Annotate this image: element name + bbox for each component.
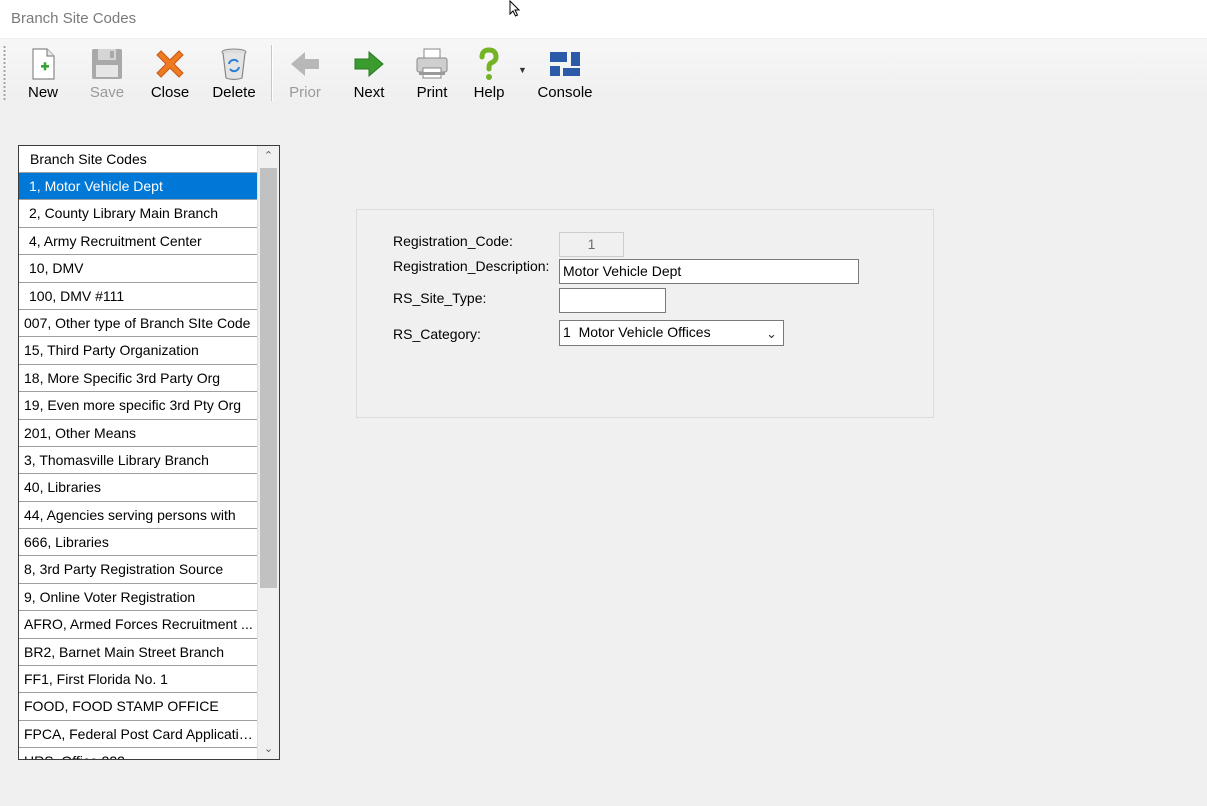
list-item[interactable]: 100, DMV #111: [19, 283, 257, 310]
mouse-cursor-icon: [509, 0, 521, 17]
left-arrow-icon: [291, 52, 319, 76]
registration-code-label: Registration_Code:: [393, 233, 513, 249]
save-label: Save: [89, 84, 125, 101]
rs-category-value: 1 Motor Vehicle Offices: [563, 324, 711, 340]
list-scrollbar[interactable]: ⌃ ⌄: [257, 146, 279, 759]
scroll-up-icon[interactable]: ⌃: [258, 146, 279, 166]
list-item[interactable]: 15, Third Party Organization: [19, 337, 257, 365]
print-button[interactable]: Print: [409, 43, 455, 103]
list-item[interactable]: 201, Other Means: [19, 420, 257, 447]
registration-description-label: Registration_Description:: [393, 258, 550, 274]
list-item[interactable]: AFRO, Armed Forces Recruitment ...: [19, 611, 257, 639]
list-item[interactable]: 4, Army Recruitment Center: [19, 228, 257, 256]
new-button[interactable]: New: [20, 43, 66, 103]
delete-button[interactable]: Delete: [210, 43, 258, 103]
detail-panel: Registration_Code: 1 Registration_Descri…: [356, 209, 934, 418]
console-tiles-icon: [550, 52, 580, 76]
list-item[interactable]: HRS, Office 222: [19, 748, 257, 759]
scrollbar-thumb[interactable]: [260, 168, 277, 588]
title-bar: Branch Site Codes: [0, 0, 1207, 39]
new-label: New: [27, 84, 58, 101]
registration-code-field: 1: [559, 232, 624, 257]
list-item[interactable]: 3, Thomasville Library Branch: [19, 447, 257, 475]
rs-category-label: RS_Category:: [393, 326, 481, 342]
toolbar-grip[interactable]: [3, 45, 6, 101]
help-dropdown-arrow[interactable]: ▼: [518, 65, 527, 75]
list-item[interactable]: 19, Even more specific 3rd Pty Org: [19, 392, 257, 420]
prior-label: Prior: [289, 84, 321, 101]
list-item[interactable]: FPCA, Federal Post Card Application: [19, 721, 257, 749]
question-mark-icon: [479, 47, 499, 80]
prior-button[interactable]: Prior: [282, 43, 328, 103]
print-label: Print: [416, 84, 448, 101]
registration-description-field[interactable]: Motor Vehicle Dept: [559, 259, 859, 284]
save-button[interactable]: Save: [84, 43, 130, 103]
floppy-disk-icon: [92, 49, 122, 79]
scroll-down-icon[interactable]: ⌄: [258, 739, 279, 759]
list-item[interactable]: 007, Other type of Branch SIte Code: [19, 310, 257, 338]
list-item[interactable]: 10, DMV: [19, 255, 257, 283]
list-item[interactable]: 40, Libraries: [19, 474, 257, 502]
status-bar: [0, 790, 1207, 806]
chevron-down-icon: ⌄: [766, 326, 777, 341]
list-item[interactable]: FOOD, FOOD STAMP OFFICE: [19, 693, 257, 721]
new-document-icon: [32, 48, 55, 80]
list-item[interactable]: 2, County Library Main Branch: [19, 200, 257, 228]
branch-site-codes-list[interactable]: Branch Site Codes 1, Motor Vehicle Dept 2…: [18, 145, 280, 760]
rs-site-type-label: RS_Site_Type:: [393, 290, 487, 306]
printer-icon: [416, 48, 448, 79]
list-item[interactable]: 8, 3rd Party Registration Source: [19, 556, 257, 584]
recycle-bin-icon: [221, 48, 247, 81]
list-item[interactable]: 44, Agencies serving persons with: [19, 502, 257, 530]
list-header: Branch Site Codes: [19, 146, 257, 173]
rs-category-select[interactable]: 1 Motor Vehicle Offices ⌄: [559, 320, 784, 346]
red-x-icon: [156, 50, 184, 78]
close-button[interactable]: Close: [147, 43, 193, 103]
rs-site-type-field[interactable]: [559, 288, 666, 313]
right-arrow-icon: [354, 50, 384, 78]
close-label: Close: [150, 84, 190, 101]
console-label: Console: [537, 84, 593, 101]
toolbar: New Save Close Delete Prior Next Print H…: [0, 39, 1207, 105]
list-item[interactable]: BR2, Barnet Main Street Branch: [19, 639, 257, 667]
help-button[interactable]: Help: [468, 43, 510, 103]
list-item[interactable]: 1, Motor Vehicle Dept: [19, 173, 257, 201]
list-item[interactable]: 18, More Specific 3rd Party Org: [19, 365, 257, 393]
window-title: Branch Site Codes: [11, 10, 137, 27]
list-item[interactable]: 666, Libraries: [19, 529, 257, 557]
console-button[interactable]: Console: [535, 43, 595, 103]
list-content: Branch Site Codes 1, Motor Vehicle Dept 2…: [19, 146, 257, 759]
toolbar-separator: [271, 45, 273, 101]
list-item[interactable]: FF1, First Florida No. 1: [19, 666, 257, 694]
delete-label: Delete: [212, 84, 256, 101]
next-button[interactable]: Next: [346, 43, 392, 103]
list-item[interactable]: 9, Online Voter Registration: [19, 584, 257, 612]
help-label: Help: [473, 84, 505, 101]
next-label: Next: [353, 84, 385, 101]
